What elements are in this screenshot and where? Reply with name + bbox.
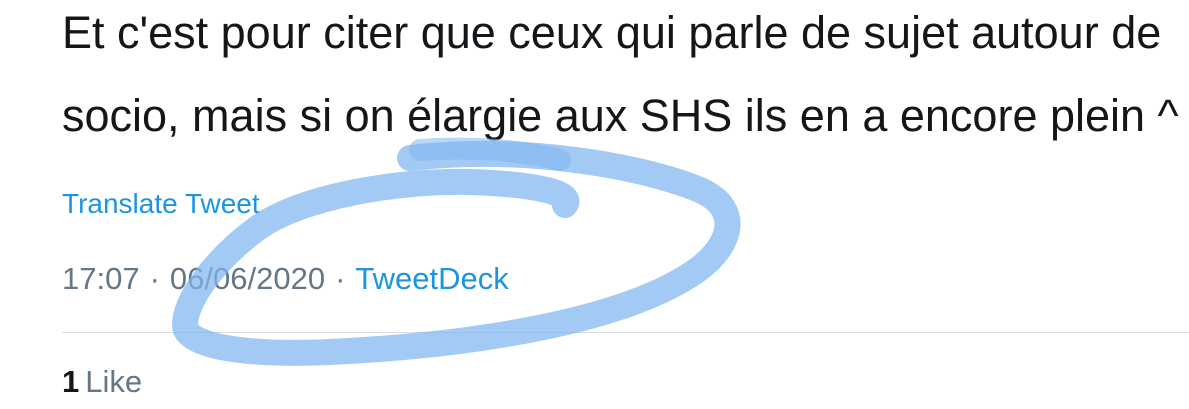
- tweet-date: 06/06/2020: [169, 261, 326, 296]
- divider: [62, 332, 1189, 333]
- like-count: 1: [62, 364, 80, 399]
- tweet-detail-view: Et c'est pour citer que ceux qui parle d…: [0, 0, 1189, 409]
- meta-separator: ·: [149, 261, 160, 296]
- tweet-metadata: 17:07 · 06/06/2020 · TweetDeck: [62, 259, 509, 299]
- tweet-time: 17:07: [62, 261, 140, 296]
- tweet-text: Et c'est pour citer que ceux qui parle d…: [62, 0, 1189, 157]
- meta-separator: ·: [335, 261, 346, 296]
- tweet-source-link[interactable]: TweetDeck: [355, 261, 508, 296]
- like-label: Like: [85, 364, 143, 399]
- tweet-text-line-1: Et c'est pour citer que ceux qui parle d…: [62, 7, 1162, 58]
- tweet-text-line-2: socio, mais si on élargie aux SHS ils en…: [62, 90, 1179, 141]
- translate-tweet-link[interactable]: Translate Tweet: [62, 186, 260, 222]
- likes-link[interactable]: 1 Like: [62, 362, 142, 402]
